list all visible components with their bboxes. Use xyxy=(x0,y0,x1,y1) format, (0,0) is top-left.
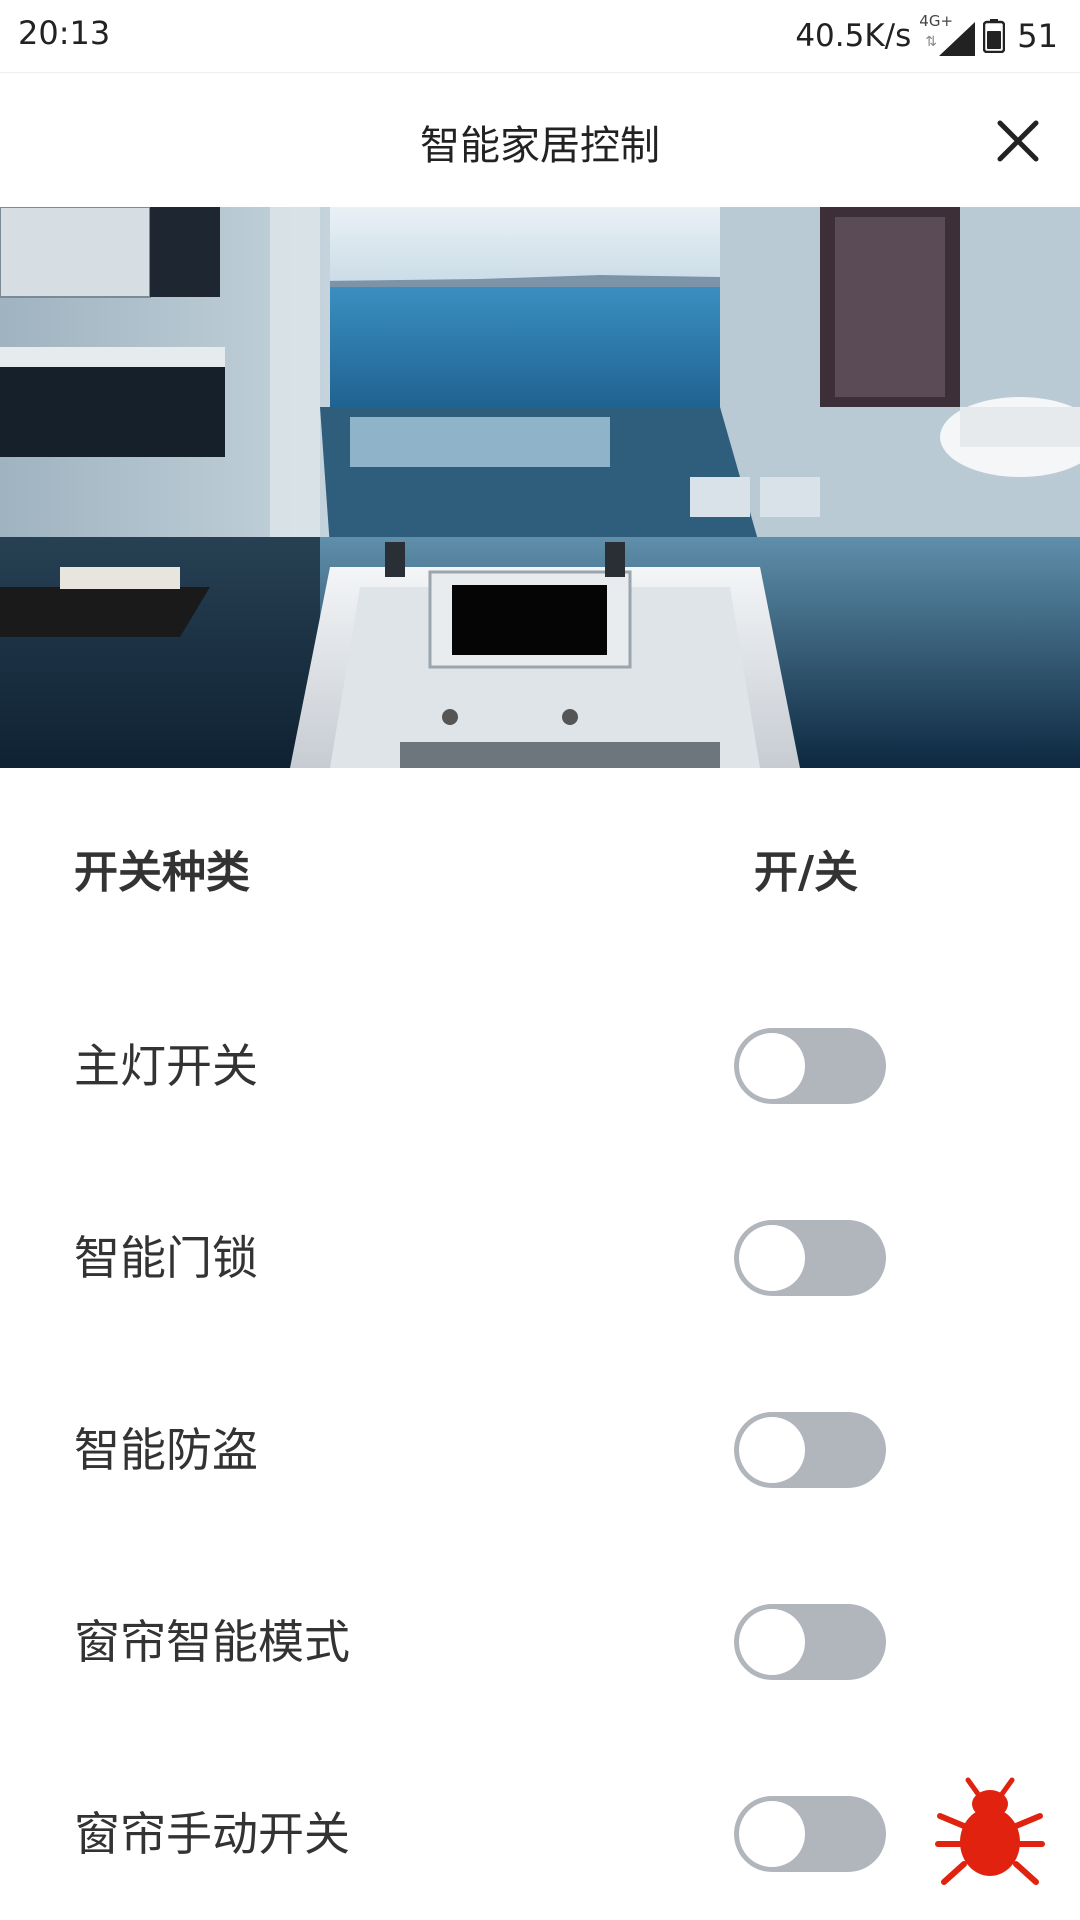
smart-lock-toggle[interactable] xyxy=(734,1220,886,1296)
toggle-knob xyxy=(739,1417,805,1483)
network-speed: 40.5K/s xyxy=(795,18,912,54)
page-title: 智能家居控制 xyxy=(420,123,660,169)
toggle-knob xyxy=(739,1033,805,1099)
app-header: 智能家居控制 xyxy=(0,72,1080,208)
close-icon[interactable] xyxy=(990,113,1046,169)
banner-image xyxy=(0,207,1080,768)
battery-level: 51 xyxy=(1017,17,1058,55)
switch-label: 主灯开关 xyxy=(74,1039,258,1093)
column-on-off: 开/关 xyxy=(754,847,859,898)
signal-icon xyxy=(939,22,976,56)
toggle-knob xyxy=(739,1225,805,1291)
main-light-toggle[interactable] xyxy=(734,1028,886,1104)
switch-row-anti-theft: 智能防盗 xyxy=(0,1342,1080,1534)
switch-row-curtain-smart-mode: 窗帘智能模式 xyxy=(0,1534,1080,1726)
toggle-knob xyxy=(739,1801,805,1867)
switch-row-curtain-manual: 窗帘手动开关 xyxy=(0,1726,1080,1918)
status-time: 20:13 xyxy=(18,14,111,52)
status-indicators: 40.5K/s 4G+ ⇅ 51 xyxy=(795,12,1058,60)
bathroom-interior-photo xyxy=(0,207,1080,768)
data-arrows-icon: ⇅ xyxy=(925,34,938,50)
switch-row-main-light: 主灯开关 xyxy=(0,958,1080,1150)
curtain-smart-mode-toggle[interactable] xyxy=(734,1604,886,1680)
switch-label: 窗帘智能模式 xyxy=(74,1615,350,1669)
curtain-manual-toggle[interactable] xyxy=(734,1796,886,1872)
bug-icon[interactable] xyxy=(934,1776,1046,1888)
column-switch-type: 开关种类 xyxy=(74,847,250,898)
toggle-knob xyxy=(739,1609,805,1675)
table-header: 开关种类 开/关 xyxy=(0,768,1080,958)
switch-label: 智能门锁 xyxy=(74,1231,258,1285)
switch-label: 窗帘手动开关 xyxy=(74,1807,350,1861)
switch-row-smart-lock: 智能门锁 xyxy=(0,1150,1080,1342)
anti-theft-toggle[interactable] xyxy=(734,1412,886,1488)
battery-icon xyxy=(983,19,1006,53)
switch-label: 智能防盗 xyxy=(74,1423,258,1477)
status-bar: 20:13 40.5K/s 4G+ ⇅ 51 xyxy=(0,0,1080,72)
network-type-icon: 4G+ ⇅ xyxy=(919,14,976,58)
